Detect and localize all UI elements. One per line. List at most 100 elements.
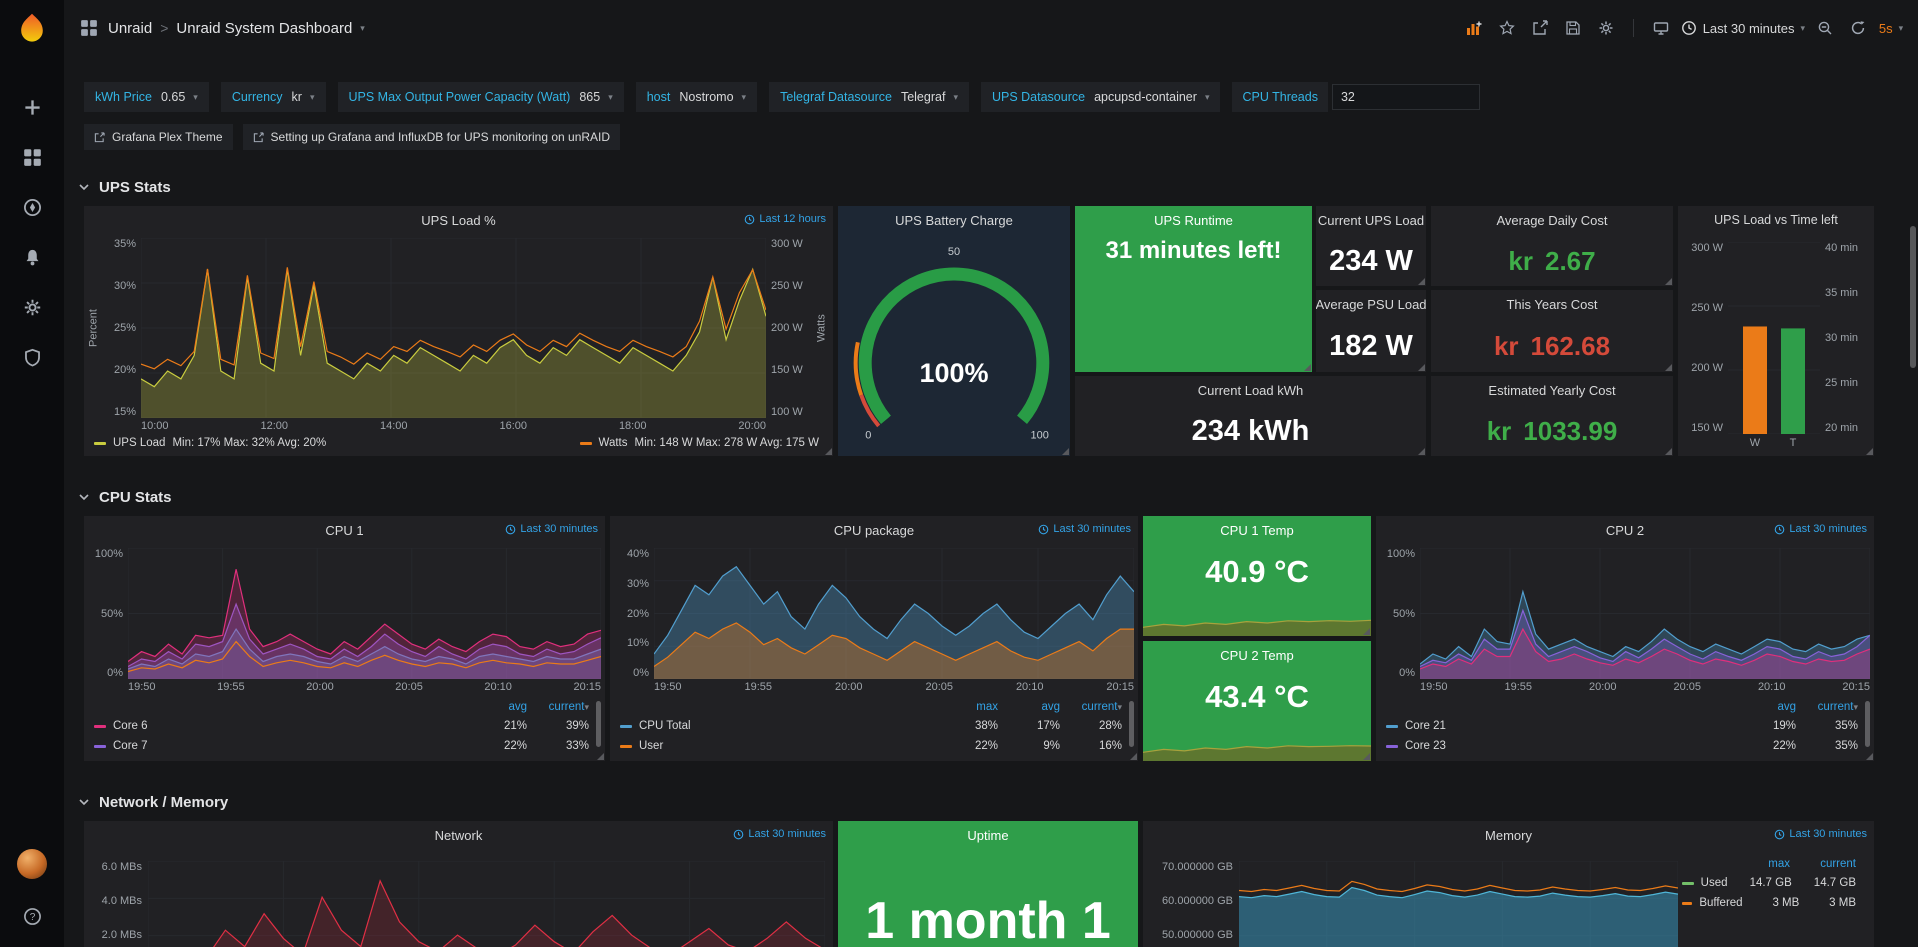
- panel-title[interactable]: This Years Cost: [1506, 297, 1597, 312]
- sidebar-configuration-button[interactable]: [10, 290, 54, 324]
- cpu-threads-input[interactable]: [1332, 84, 1480, 110]
- cycle-view-mode-button[interactable]: [1648, 14, 1674, 42]
- variable-telegraf-datasource[interactable]: Telegraf Datasource Telegraf ▾: [769, 82, 969, 112]
- zoom-out-time-button[interactable]: [1812, 14, 1838, 42]
- chevron-down-icon[interactable]: ▾: [360, 24, 365, 33]
- dashboard-title[interactable]: Unraid System Dashboard: [176, 20, 352, 37]
- legend-item[interactable]: UPS Load Min: 17% Max: 32% Avg: 20%: [94, 437, 326, 449]
- dashboard-settings-button[interactable]: [1593, 14, 1619, 42]
- cpu-package-chart[interactable]: [654, 548, 1134, 679]
- panel-resize-handle[interactable]: [1418, 364, 1425, 371]
- add-panel-button[interactable]: [1461, 14, 1487, 42]
- legend-row[interactable]: Core 21 19% 35%: [1386, 716, 1858, 736]
- ups-bars-chart[interactable]: [1728, 242, 1820, 434]
- legend-column-header[interactable]: current▾: [1796, 701, 1858, 713]
- legend-column-header[interactable]: avg: [998, 701, 1060, 713]
- legend-row[interactable]: User 22% 9% 16%: [620, 736, 1122, 756]
- save-dashboard-button[interactable]: [1560, 14, 1586, 42]
- legend-column-header[interactable]: avg: [465, 701, 527, 713]
- legend-row[interactable]: CPU Total 38% 17% 28%: [620, 716, 1122, 736]
- panel-resize-handle[interactable]: [1363, 628, 1370, 635]
- legend-column-header[interactable]: max: [1724, 858, 1790, 870]
- legend-column-header[interactable]: current▾: [527, 701, 589, 713]
- grafana-logo[interactable]: [13, 10, 51, 48]
- panel-resize-handle[interactable]: [1130, 753, 1137, 760]
- variable-ups-max-output[interactable]: UPS Max Output Power Capacity (Watt) 865…: [338, 82, 624, 112]
- breadcrumb-app[interactable]: Unraid: [108, 20, 152, 37]
- variable-ups-datasource[interactable]: UPS Datasource apcupsd-container ▾: [981, 82, 1221, 112]
- network-chart[interactable]: [148, 861, 825, 947]
- panel-title[interactable]: Estimated Yearly Cost: [1488, 383, 1615, 398]
- panel-title[interactable]: Average PSU Load: [1316, 297, 1426, 312]
- sidebar-create-button[interactable]: [10, 90, 54, 124]
- refresh-button[interactable]: [1845, 14, 1871, 42]
- dashboard-link-ups-monitoring-article[interactable]: Setting up Grafana and InfluxDB for UPS …: [243, 124, 621, 150]
- ups-load-chart[interactable]: [141, 238, 766, 418]
- sidebar-dashboards-button[interactable]: [10, 140, 54, 174]
- legend-column-header[interactable]: avg: [1734, 701, 1796, 713]
- panel-resize-handle[interactable]: [1665, 448, 1672, 455]
- legend-row[interactable]: Used 14.7 GB 14.7 GB: [1682, 873, 1856, 893]
- legend-scrollbar[interactable]: [1865, 701, 1870, 747]
- legend-row[interactable]: Core 7 22% 33%: [94, 736, 589, 756]
- panel-title[interactable]: Current Load kWh: [1198, 383, 1304, 398]
- variable-currency[interactable]: Currency kr ▾: [221, 82, 326, 112]
- dashboard-link-grafana-plex-theme[interactable]: Grafana Plex Theme: [84, 124, 233, 150]
- variable-host[interactable]: host Nostromo ▾: [636, 82, 757, 112]
- memory-chart[interactable]: [1239, 861, 1678, 947]
- user-avatar[interactable]: [17, 849, 47, 879]
- panel-title[interactable]: UPS Load vs Time left: [1714, 213, 1838, 227]
- panel-time-badge[interactable]: Last 30 minutes: [1774, 523, 1867, 535]
- share-button[interactable]: [1527, 14, 1553, 42]
- panel-time-badge[interactable]: Last 30 minutes: [1038, 523, 1131, 535]
- sidebar-help-button[interactable]: ?: [10, 899, 54, 933]
- time-range-picker[interactable]: Last 30 minutes ▾: [1681, 14, 1805, 42]
- panel-title[interactable]: UPS Battery Charge: [895, 213, 1013, 228]
- sidebar-server-admin-button[interactable]: [10, 340, 54, 374]
- row-header-ups-stats[interactable]: UPS Stats: [78, 174, 1874, 200]
- panel-resize-handle[interactable]: [597, 753, 604, 760]
- legend-column-header[interactable]: max: [936, 701, 998, 713]
- legend-row[interactable]: Core 23 22% 35%: [1386, 736, 1858, 756]
- panel-title[interactable]: CPU 2: [1606, 523, 1644, 538]
- panel-time-badge[interactable]: Last 30 minutes: [505, 523, 598, 535]
- panel-title[interactable]: CPU 1: [325, 523, 363, 538]
- legend-column-header[interactable]: current: [1790, 858, 1856, 870]
- panel-resize-handle[interactable]: [825, 448, 832, 455]
- panel-resize-handle[interactable]: [1062, 448, 1069, 455]
- panel-title[interactable]: CPU 1 Temp: [1220, 523, 1293, 538]
- legend-column-header[interactable]: current▾: [1060, 701, 1122, 713]
- panel-time-badge[interactable]: Last 12 hours: [744, 213, 826, 225]
- cpu2-chart[interactable]: [1420, 548, 1870, 679]
- legend-scrollbar[interactable]: [1129, 701, 1134, 747]
- sidebar-explore-button[interactable]: [10, 190, 54, 224]
- row-header-cpu-stats[interactable]: CPU Stats: [78, 484, 1874, 510]
- panel-resize-handle[interactable]: [1418, 278, 1425, 285]
- panel-title[interactable]: Network: [435, 828, 483, 843]
- panel-time-badge[interactable]: Last 30 minutes: [733, 828, 826, 840]
- panel-resize-handle[interactable]: [1866, 753, 1873, 760]
- legend-row[interactable]: Core 6 21% 39%: [94, 716, 589, 736]
- row-header-network-memory[interactable]: Network / Memory: [78, 789, 1874, 815]
- panel-title[interactable]: CPU package: [834, 523, 914, 538]
- panel-title[interactable]: Average Daily Cost: [1496, 213, 1607, 228]
- panel-resize-handle[interactable]: [1665, 278, 1672, 285]
- cpu1-chart[interactable]: [128, 548, 601, 679]
- refresh-interval-picker[interactable]: 5s ▾: [1878, 14, 1904, 42]
- panel-resize-handle[interactable]: [1304, 364, 1311, 371]
- panel-time-badge[interactable]: Last 30 minutes: [1774, 828, 1867, 840]
- panel-resize-handle[interactable]: [1363, 753, 1370, 760]
- sidebar-alerting-button[interactable]: [10, 240, 54, 274]
- panel-title[interactable]: UPS Runtime: [1154, 213, 1233, 228]
- panel-resize-handle[interactable]: [1866, 448, 1873, 455]
- legend-row[interactable]: Buffered 3 MB 3 MB: [1682, 893, 1856, 913]
- panel-title[interactable]: Uptime: [967, 828, 1008, 843]
- star-button[interactable]: [1494, 14, 1520, 42]
- variable-kwh-price[interactable]: kWh Price 0.65 ▾: [84, 82, 209, 112]
- panel-title[interactable]: Memory: [1485, 828, 1532, 843]
- panel-resize-handle[interactable]: [1418, 448, 1425, 455]
- legend-scrollbar[interactable]: [596, 701, 601, 747]
- legend-item[interactable]: Watts Min: 148 W Max: 278 W Avg: 175 W: [580, 437, 819, 449]
- panel-title[interactable]: CPU 2 Temp: [1220, 648, 1293, 663]
- panel-title[interactable]: Current UPS Load: [1318, 213, 1424, 228]
